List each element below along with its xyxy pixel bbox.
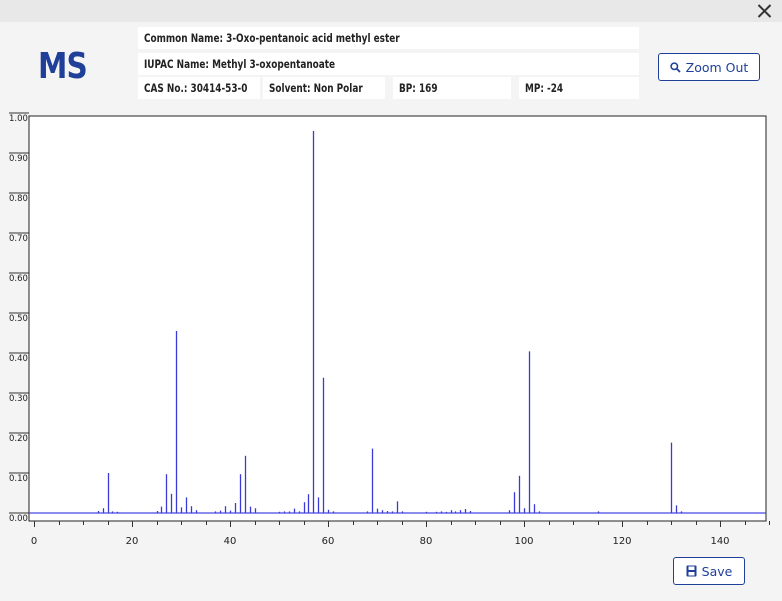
x-tick-label: 40 <box>224 536 237 547</box>
title-bar <box>0 0 782 22</box>
iupac-name-field: IUPAC Name: Methyl 3-oxopentanoate <box>138 53 639 75</box>
bp-text: BP: 169 <box>399 81 438 95</box>
close-icon[interactable] <box>754 0 776 22</box>
y-tick-label: 0.10 <box>9 474 28 484</box>
x-tick-label: 20 <box>126 536 139 547</box>
cas-text: CAS No.: 30414-53-0 <box>144 81 248 95</box>
solvent-field: Solvent: Non Polar <box>263 77 385 99</box>
spectrum-chart[interactable]: 0.00 0.10 0.20 0.30 0.40 0.50 0.60 0.70 0.80 0.90… <box>0 112 782 550</box>
zoom-out-label: Zoom Out <box>685 59 749 75</box>
y-tick-label: 0.80 <box>9 194 28 204</box>
floppy-disk-icon <box>686 565 697 577</box>
y-tick-label: 0.30 <box>9 394 28 404</box>
x-tick-label: 120 <box>612 536 631 547</box>
bp-field: BP: 169 <box>393 77 511 99</box>
spectrum-svg: 0.00 0.10 0.20 0.30 0.40 0.50 0.60 0.70 0.80 0.90… <box>9 112 770 547</box>
y-tick-label: 0.70 <box>9 234 28 244</box>
x-tick-label: 60 <box>322 536 335 547</box>
common-name-text: Common Name: 3-Oxo-pentanoic acid methyl… <box>144 31 400 45</box>
x-tick-label: 0 <box>31 536 37 547</box>
y-tick-label: 0.90 <box>9 154 28 164</box>
y-tick-label: 0.40 <box>9 354 28 364</box>
y-tick-label: 0.50 <box>9 314 28 324</box>
zoom-out-button[interactable]: Zoom Out <box>658 53 760 81</box>
solvent-text: Solvent: Non Polar <box>269 81 363 95</box>
app-logo: MS <box>38 46 88 87</box>
y-tick-label: 0.20 <box>9 434 28 444</box>
mp-text: MP: -24 <box>525 81 564 95</box>
common-name-field: Common Name: 3-Oxo-pentanoic acid methyl… <box>138 27 639 49</box>
mp-field: MP: -24 <box>519 77 639 99</box>
x-tick-label: 100 <box>514 536 533 547</box>
save-label: Save <box>701 563 733 579</box>
cas-field: CAS No.: 30414-53-0 <box>138 77 260 99</box>
y-tick-label: 1.00 <box>9 114 28 124</box>
magnifier-icon <box>670 61 681 73</box>
iupac-name-text: IUPAC Name: Methyl 3-oxopentanoate <box>144 57 336 71</box>
y-tick-label: 0.00 <box>9 514 28 524</box>
plot-area <box>28 115 767 522</box>
y-tick-label: 0.60 <box>9 274 28 284</box>
save-button[interactable]: Save <box>673 557 745 585</box>
x-tick-label: 80 <box>420 536 433 547</box>
x-tick-label: 140 <box>710 536 729 547</box>
